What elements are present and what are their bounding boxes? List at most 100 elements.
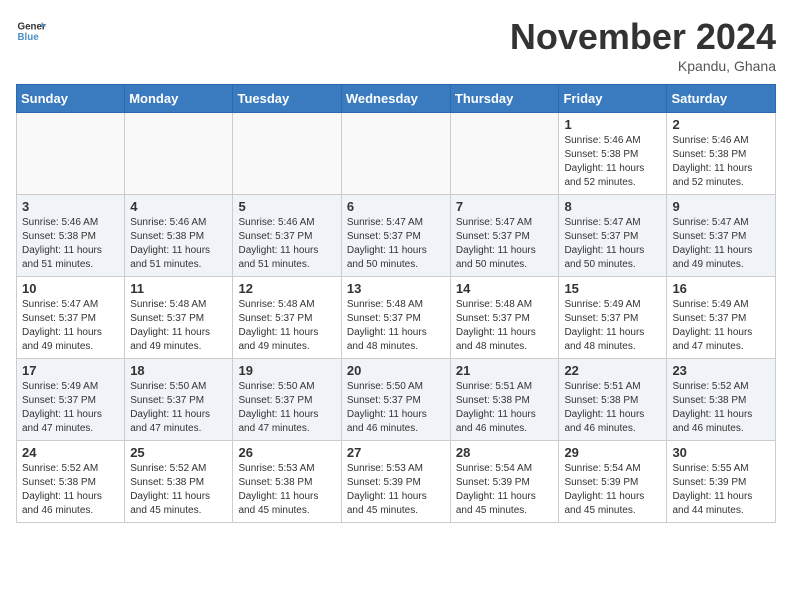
day-info: Sunrise: 5:52 AM Sunset: 5:38 PM Dayligh… [22,462,119,518]
calendar-cell: 28 Sunrise: 5:54 AM Sunset: 5:39 PM Dayli… [450,441,559,523]
calendar-cell: 22 Sunrise: 5:51 AM Sunset: 5:38 PM Dayli… [559,359,667,441]
day-number: 11 [130,281,227,296]
day-info: Sunrise: 5:53 AM Sunset: 5:38 PM Dayligh… [238,462,335,518]
day-info: Sunrise: 5:49 AM Sunset: 5:37 PM Dayligh… [672,298,770,354]
calendar-cell: 26 Sunrise: 5:53 AM Sunset: 5:38 PM Dayli… [233,441,341,523]
day-info: Sunrise: 5:47 AM Sunset: 5:37 PM Dayligh… [347,216,445,272]
day-info: Sunrise: 5:54 AM Sunset: 5:39 PM Dayligh… [456,462,554,518]
logo-icon: General Blue [16,16,46,46]
calendar-week-row: 3 Sunrise: 5:46 AM Sunset: 5:38 PM Daylig… [17,195,776,277]
day-number: 30 [672,445,770,460]
calendar-cell: 8 Sunrise: 5:47 AM Sunset: 5:37 PM Daylig… [559,195,667,277]
day-number: 23 [672,363,770,378]
calendar-week-row: 10 Sunrise: 5:47 AM Sunset: 5:37 PM Dayli… [17,277,776,359]
day-info: Sunrise: 5:47 AM Sunset: 5:37 PM Dayligh… [456,216,554,272]
day-info: Sunrise: 5:55 AM Sunset: 5:39 PM Dayligh… [672,462,770,518]
title-block: November 2024 Kpandu, Ghana [510,16,776,74]
day-number: 27 [347,445,445,460]
calendar-cell: 4Sunrise: 5:46 AM Sunset: 5:38 PM Daylig… [125,195,233,277]
day-number: 18 [130,363,227,378]
day-number: 28 [456,445,554,460]
day-number: 17 [22,363,119,378]
calendar-cell: 20Sunrise: 5:50 AM Sunset: 5:37 PM Dayli… [341,359,450,441]
day-info: Sunrise: 5:46 AM Sunset: 5:38 PM Dayligh… [564,134,661,190]
day-number: 9 [672,199,770,214]
calendar-cell: 30 Sunrise: 5:55 AM Sunset: 5:39 PM Dayli… [667,441,776,523]
day-info: Sunrise: 5:49 AM Sunset: 5:37 PM Dayligh… [22,380,119,436]
calendar-cell: 6 Sunrise: 5:47 AM Sunset: 5:37 PM Daylig… [341,195,450,277]
calendar-week-row: 1 Sunrise: 5:46 AM Sunset: 5:38 PM Daylig… [17,113,776,195]
calendar-cell: 11Sunrise: 5:48 AM Sunset: 5:37 PM Dayli… [125,277,233,359]
calendar-cell: 29Sunrise: 5:54 AM Sunset: 5:39 PM Dayli… [559,441,667,523]
day-number: 14 [456,281,554,296]
day-info: Sunrise: 5:47 AM Sunset: 5:37 PM Dayligh… [564,216,661,272]
weekday-header: Sunday [17,85,125,113]
calendar-cell: 21 Sunrise: 5:51 AM Sunset: 5:38 PM Dayli… [450,359,559,441]
calendar-cell [233,113,341,195]
day-info: Sunrise: 5:46 AM Sunset: 5:38 PM Dayligh… [130,216,227,272]
day-number: 10 [22,281,119,296]
calendar-cell: 16 Sunrise: 5:49 AM Sunset: 5:37 PM Dayli… [667,277,776,359]
calendar-cell: 17 Sunrise: 5:49 AM Sunset: 5:37 PM Dayli… [17,359,125,441]
calendar-cell: 1 Sunrise: 5:46 AM Sunset: 5:38 PM Daylig… [559,113,667,195]
day-info: Sunrise: 5:52 AM Sunset: 5:38 PM Dayligh… [130,462,227,518]
day-number: 22 [564,363,661,378]
day-number: 13 [347,281,445,296]
day-number: 16 [672,281,770,296]
calendar-cell [17,113,125,195]
page-header: General Blue November 2024 Kpandu, Ghana [16,16,776,74]
day-number: 19 [238,363,335,378]
month-title: November 2024 [510,16,776,58]
calendar-cell: 10 Sunrise: 5:47 AM Sunset: 5:37 PM Dayli… [17,277,125,359]
day-info: Sunrise: 5:50 AM Sunset: 5:37 PM Dayligh… [130,380,227,436]
day-number: 1 [564,117,661,132]
logo: General Blue [16,16,46,46]
day-number: 26 [238,445,335,460]
calendar-cell: 7 Sunrise: 5:47 AM Sunset: 5:37 PM Daylig… [450,195,559,277]
calendar-cell: 19Sunrise: 5:50 AM Sunset: 5:37 PM Dayli… [233,359,341,441]
day-info: Sunrise: 5:48 AM Sunset: 5:37 PM Dayligh… [456,298,554,354]
location: Kpandu, Ghana [510,58,776,74]
calendar-cell: 18 Sunrise: 5:50 AM Sunset: 5:37 PM Dayli… [125,359,233,441]
calendar-cell: 24Sunrise: 5:52 AM Sunset: 5:38 PM Dayli… [17,441,125,523]
calendar-cell: 14 Sunrise: 5:48 AM Sunset: 5:37 PM Dayli… [450,277,559,359]
day-number: 7 [456,199,554,214]
day-info: Sunrise: 5:53 AM Sunset: 5:39 PM Dayligh… [347,462,445,518]
day-number: 20 [347,363,445,378]
calendar-cell: 12 Sunrise: 5:48 AM Sunset: 5:37 PM Dayli… [233,277,341,359]
calendar-cell [450,113,559,195]
calendar-header-row: SundayMondayTuesdayWednesdayThursdayFrid… [17,85,776,113]
calendar-cell: 9Sunrise: 5:47 AM Sunset: 5:37 PM Daylig… [667,195,776,277]
calendar-cell [125,113,233,195]
day-number: 8 [564,199,661,214]
day-number: 12 [238,281,335,296]
calendar-week-row: 17 Sunrise: 5:49 AM Sunset: 5:37 PM Dayli… [17,359,776,441]
day-info: Sunrise: 5:51 AM Sunset: 5:38 PM Dayligh… [456,380,554,436]
day-number: 25 [130,445,227,460]
day-info: Sunrise: 5:46 AM Sunset: 5:38 PM Dayligh… [672,134,770,190]
day-info: Sunrise: 5:48 AM Sunset: 5:37 PM Dayligh… [347,298,445,354]
day-info: Sunrise: 5:48 AM Sunset: 5:37 PM Dayligh… [238,298,335,354]
day-info: Sunrise: 5:51 AM Sunset: 5:38 PM Dayligh… [564,380,661,436]
calendar-cell: 13 Sunrise: 5:48 AM Sunset: 5:37 PM Dayli… [341,277,450,359]
day-number: 21 [456,363,554,378]
day-info: Sunrise: 5:52 AM Sunset: 5:38 PM Dayligh… [672,380,770,436]
calendar-cell: 25 Sunrise: 5:52 AM Sunset: 5:38 PM Dayli… [125,441,233,523]
calendar-cell [341,113,450,195]
weekday-header: Thursday [450,85,559,113]
calendar-cell: 27 Sunrise: 5:53 AM Sunset: 5:39 PM Dayli… [341,441,450,523]
calendar-cell: 2Sunrise: 5:46 AM Sunset: 5:38 PM Daylig… [667,113,776,195]
calendar-cell: 15Sunrise: 5:49 AM Sunset: 5:37 PM Dayli… [559,277,667,359]
calendar-cell: 3 Sunrise: 5:46 AM Sunset: 5:38 PM Daylig… [17,195,125,277]
day-number: 3 [22,199,119,214]
calendar-cell: 23 Sunrise: 5:52 AM Sunset: 5:38 PM Dayli… [667,359,776,441]
weekday-header: Friday [559,85,667,113]
weekday-header: Monday [125,85,233,113]
day-info: Sunrise: 5:47 AM Sunset: 5:37 PM Dayligh… [22,298,119,354]
weekday-header: Wednesday [341,85,450,113]
calendar-table: SundayMondayTuesdayWednesdayThursdayFrid… [16,84,776,523]
day-number: 6 [347,199,445,214]
day-info: Sunrise: 5:46 AM Sunset: 5:38 PM Dayligh… [22,216,119,272]
calendar-week-row: 24Sunrise: 5:52 AM Sunset: 5:38 PM Dayli… [17,441,776,523]
weekday-header: Saturday [667,85,776,113]
